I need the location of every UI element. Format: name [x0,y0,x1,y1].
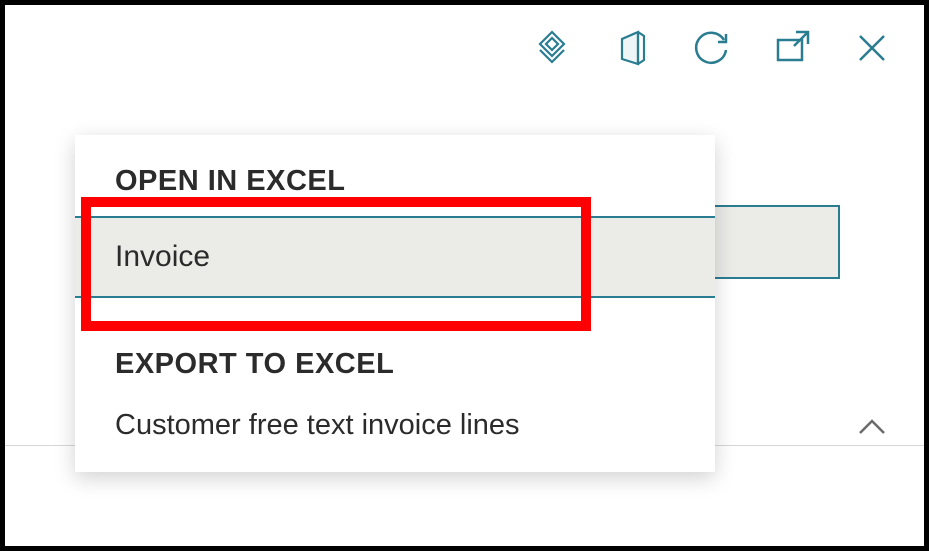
menu-item-invoice[interactable]: Invoice [75,216,715,298]
menu-item-customer-lines[interactable]: Customer free text invoice lines [75,399,715,442]
toolbar [530,23,894,73]
integration-icon[interactable] [530,26,574,70]
open-new-window-icon[interactable] [770,26,814,70]
menu-item-label: Invoice [115,240,210,273]
office-icon[interactable] [610,26,654,70]
collapse-chevron-icon[interactable] [852,407,892,452]
open-in-excel-heading: OPEN IN EXCEL [75,165,715,216]
office-dropdown-panel: OPEN IN EXCEL Invoice EXPORT TO EXCEL Cu… [75,135,715,472]
refresh-icon[interactable] [690,26,734,70]
close-icon[interactable] [850,26,894,70]
export-to-excel-heading: EXPORT TO EXCEL [75,348,715,399]
menu-item-label: Customer free text invoice lines [115,409,520,441]
